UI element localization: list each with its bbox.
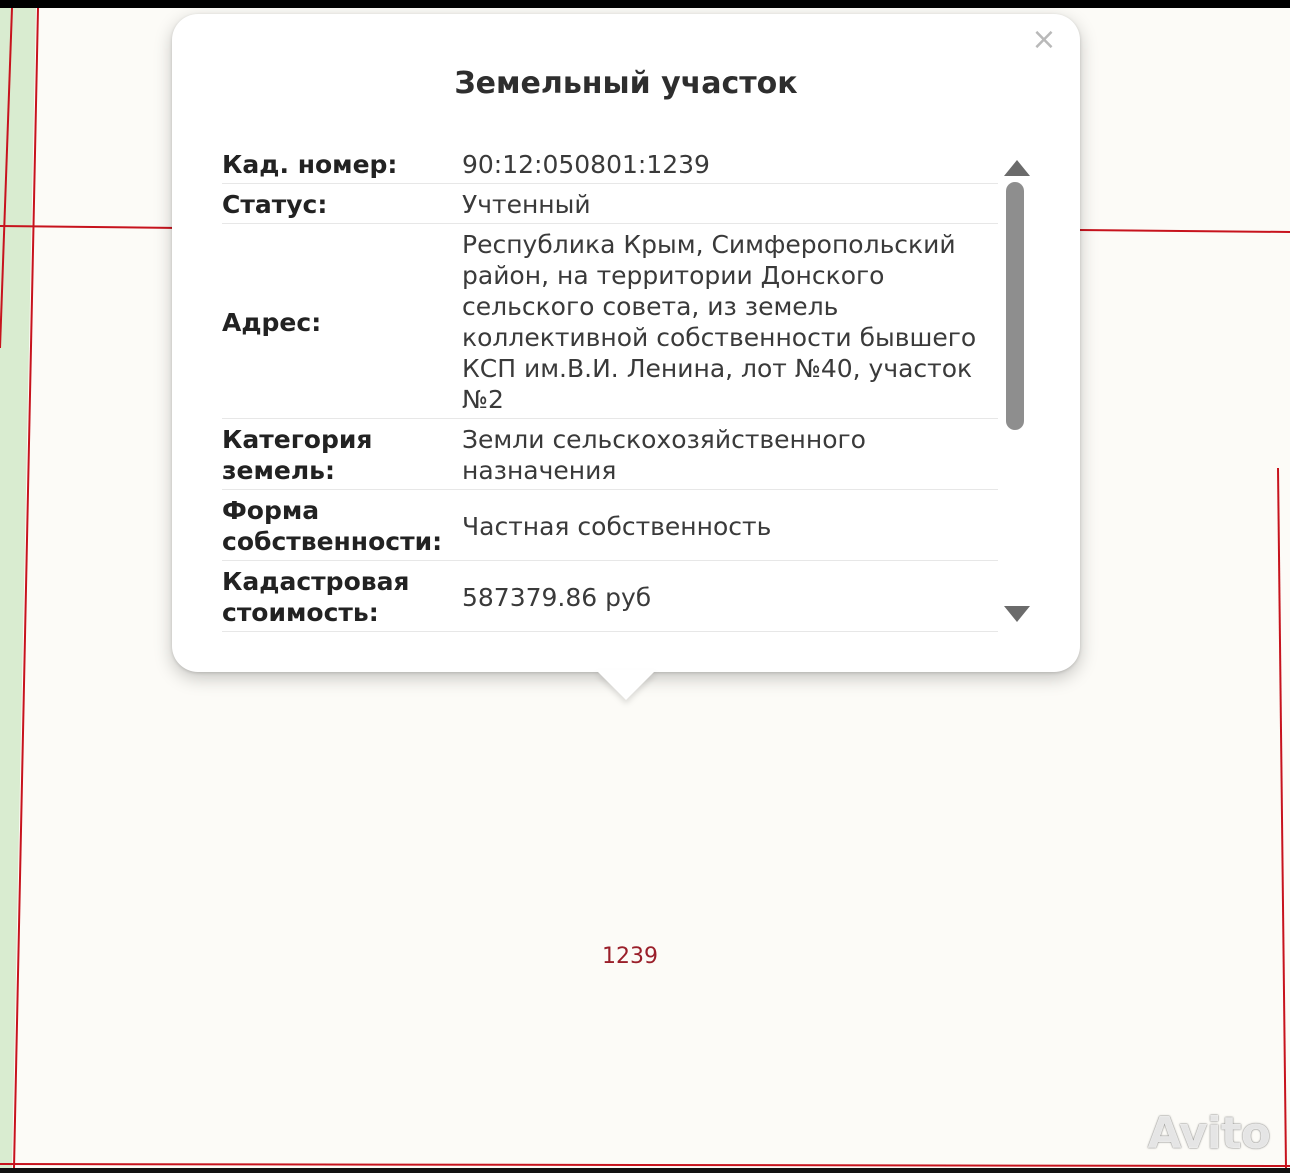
popup-pointer bbox=[596, 670, 656, 700]
parcel-info-popup: × Земельный участок Кад. номер: 90:12:05… bbox=[172, 14, 1080, 672]
parcel-border-top-right bbox=[1077, 229, 1290, 233]
row-label: Адрес: bbox=[222, 223, 460, 419]
row-value: Земли сельскохозяйственного назначения bbox=[460, 418, 998, 490]
row-label: Кадастровая стоимость: bbox=[222, 560, 460, 632]
row-value: Учтенный bbox=[460, 183, 998, 224]
table-row: Кадастровая стоимость: 587379.86 руб bbox=[222, 560, 998, 632]
table-row: Кад. номер: 90:12:050801:1239 bbox=[222, 144, 998, 184]
row-label: Категория земель: bbox=[222, 418, 460, 490]
parcel-border-right bbox=[1277, 467, 1287, 1168]
row-value: Республика Крым, Симферопольский район, … bbox=[460, 223, 998, 419]
table-row: Статус: Учтенный bbox=[222, 183, 998, 224]
scroll-thumb[interactable] bbox=[1006, 182, 1024, 430]
scroll-down-arrow-icon[interactable] bbox=[1004, 606, 1030, 622]
row-value: 90:12:050801:1239 bbox=[460, 144, 998, 184]
table-row: Адрес: Республика Крым, Симферопольский … bbox=[222, 223, 998, 419]
info-scroll-area[interactable]: Кад. номер: 90:12:050801:1239 Статус: Уч… bbox=[222, 144, 998, 646]
row-label: Кад. номер: bbox=[222, 144, 460, 184]
row-value: 587379.86 руб bbox=[460, 560, 998, 632]
scrollbar[interactable] bbox=[1002, 144, 1032, 644]
bottom-edge bbox=[0, 1168, 1290, 1173]
top-bar bbox=[0, 0, 1290, 8]
row-label: Статус: bbox=[222, 183, 460, 224]
parcel-number-label[interactable]: 1239 bbox=[590, 944, 670, 969]
scroll-up-arrow-icon[interactable] bbox=[1004, 160, 1030, 176]
table-row: Категория земель: Земли сельскохозяйстве… bbox=[222, 418, 998, 490]
table-row: Форма собственности: Частная собственнос… bbox=[222, 489, 998, 561]
row-value: Частная собственность bbox=[460, 489, 998, 561]
parcel-border-bottom bbox=[0, 1163, 1290, 1167]
avito-watermark: Avito bbox=[1147, 1108, 1271, 1159]
parcel-info-table: Кад. номер: 90:12:050801:1239 Статус: Уч… bbox=[222, 144, 998, 632]
row-label: Форма собственности: bbox=[222, 489, 460, 561]
close-icon[interactable]: × bbox=[1026, 22, 1062, 58]
popup-title: Земельный участок bbox=[454, 66, 798, 101]
